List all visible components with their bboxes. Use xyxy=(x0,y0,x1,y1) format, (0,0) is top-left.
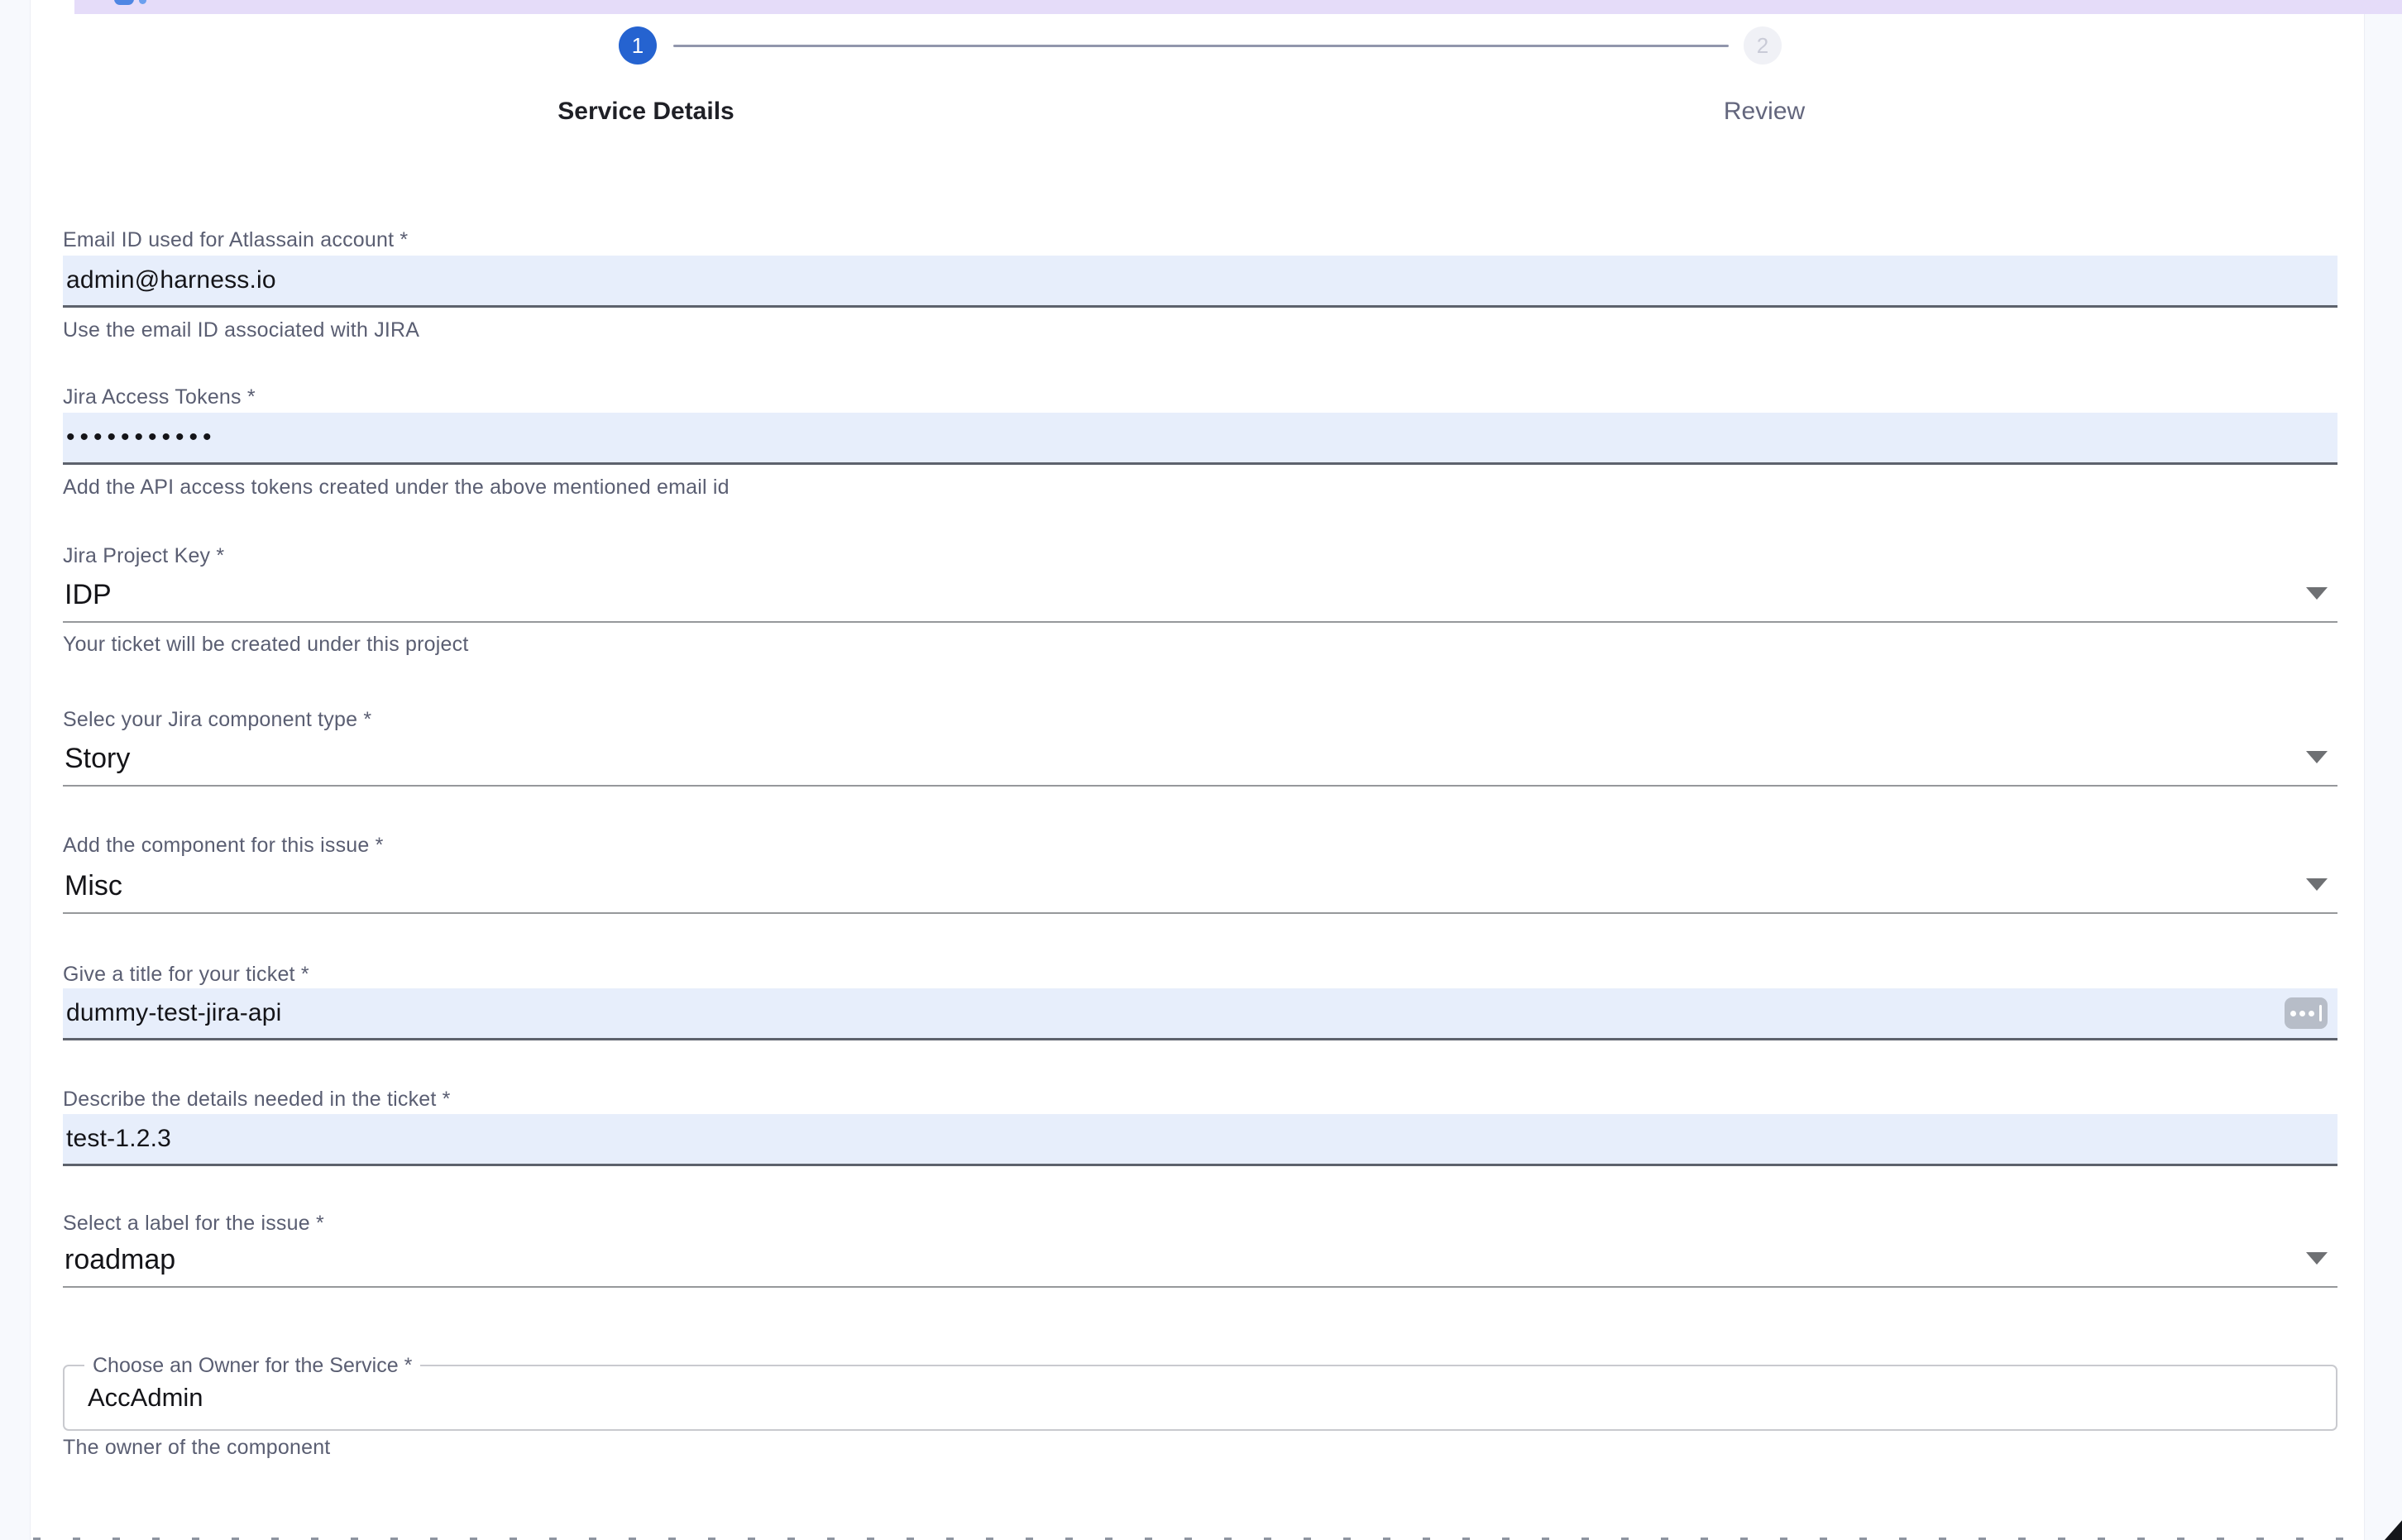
component-select[interactable]: Misc xyxy=(63,860,2337,914)
tokens-input[interactable]: ••••••••••• xyxy=(63,413,2337,465)
tokens-field-group: Jira Access Tokens * ••••••••••• Add the… xyxy=(63,385,2337,409)
description-value: test-1.2.3 xyxy=(63,1125,171,1153)
email-label: Email ID used for Atlassain account * xyxy=(63,228,2337,252)
owner-value: AccAdmin xyxy=(65,1383,203,1413)
chevron-down-icon[interactable] xyxy=(2306,751,2328,763)
owner-input[interactable]: Choose an Owner for the Service * AccAdm… xyxy=(63,1365,2337,1431)
owner-label: Choose an Owner for the Service * xyxy=(84,1354,420,1377)
workflow-logo-icon xyxy=(114,0,147,7)
title-input[interactable]: dummy-test-jira-api xyxy=(63,988,2337,1040)
issue-label-value: roadmap xyxy=(63,1244,175,1276)
workflow-header-bar[interactable] xyxy=(74,0,2402,14)
owner-helper: The owner of the component xyxy=(63,1436,330,1460)
component-field-group: Add the component for this issue * Misc xyxy=(63,834,2337,858)
email-input[interactable]: admin@harness.io xyxy=(63,256,2337,308)
email-helper: Use the email ID associated with JIRA xyxy=(63,318,419,342)
issue-label-select[interactable]: roadmap xyxy=(63,1234,2337,1288)
title-field-group: Give a title for your ticket * dummy-tes… xyxy=(63,963,2337,987)
tokens-helper: Add the API access tokens created under … xyxy=(63,476,730,500)
issue-label-field-group: Select a label for the issue * roadmap xyxy=(63,1212,2337,1236)
component-label: Add the component for this issue * xyxy=(63,834,2337,858)
description-input[interactable]: test-1.2.3 xyxy=(63,1114,2337,1166)
project-key-helper: Your ticket will be created under this p… xyxy=(63,633,468,657)
component-value: Misc xyxy=(63,870,122,902)
chevron-down-icon[interactable] xyxy=(2306,1252,2328,1265)
project-key-value: IDP xyxy=(63,579,112,611)
title-label: Give a title for your ticket * xyxy=(63,963,2337,987)
page-background-left xyxy=(0,0,31,1540)
step-2-label: Review xyxy=(1615,98,1913,126)
description-label: Describe the details needed in the ticke… xyxy=(63,1088,2337,1112)
component-type-select[interactable]: Story xyxy=(63,733,2337,787)
chevron-down-icon[interactable] xyxy=(2306,878,2328,891)
chevron-down-icon[interactable] xyxy=(2306,587,2328,600)
component-type-field-group: Selec your Jira component type * Story xyxy=(63,708,2337,732)
component-type-value: Story xyxy=(63,743,130,775)
project-key-field-group: Jira Project Key * IDP Your ticket will … xyxy=(63,544,2337,568)
component-type-label: Selec your Jira component type * xyxy=(63,708,2337,732)
title-value: dummy-test-jira-api xyxy=(63,999,282,1027)
tokens-label: Jira Access Tokens * xyxy=(63,385,2337,409)
step-2-indicator[interactable]: 2 xyxy=(1744,26,1782,65)
tokens-value: ••••••••••• xyxy=(63,423,217,452)
stepper-connector-line xyxy=(673,45,1729,47)
page-background-right xyxy=(2364,0,2402,1540)
jira-workflow-form-page: 1 2 Service Details Review Email ID used… xyxy=(0,0,2402,1540)
input-ellipsis-icon[interactable] xyxy=(2285,997,2328,1029)
project-key-label: Jira Project Key * xyxy=(63,544,2337,568)
step-1-indicator[interactable]: 1 xyxy=(619,26,657,65)
email-field-group: Email ID used for Atlassain account * ad… xyxy=(63,228,2337,252)
email-value: admin@harness.io xyxy=(63,266,276,294)
project-key-select[interactable]: IDP xyxy=(63,569,2337,623)
description-field-group: Describe the details needed in the ticke… xyxy=(63,1088,2337,1112)
issue-label-label: Select a label for the issue * xyxy=(63,1212,2337,1236)
step-1-label: Service Details xyxy=(497,98,795,126)
